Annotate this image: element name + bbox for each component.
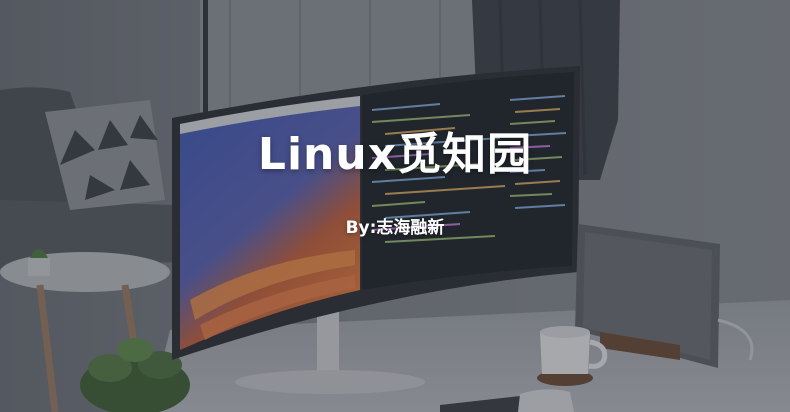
author-byline: By:志海融新: [345, 218, 445, 238]
dark-overlay: [0, 0, 790, 412]
page-title: Linux觅知园: [257, 129, 533, 180]
hero-banner: Linux觅知园 By:志海融新: [0, 0, 790, 412]
